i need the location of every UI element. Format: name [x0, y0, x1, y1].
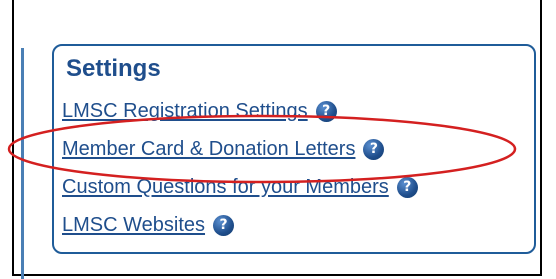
lmsc-websites-link[interactable]: LMSC Websites — [62, 214, 205, 237]
settings-item-custom-questions: Custom Questions for your Members ? — [62, 168, 418, 206]
settings-title: Settings — [66, 55, 161, 82]
help-icon[interactable]: ? — [396, 176, 418, 198]
settings-item-registration: LMSC Registration Settings ? — [62, 92, 418, 130]
help-icon[interactable]: ? — [363, 138, 385, 160]
help-icon[interactable]: ? — [315, 100, 337, 122]
settings-item-member-card: Member Card & Donation Letters ? — [62, 130, 418, 168]
settings-item-websites: LMSC Websites ? — [62, 206, 418, 244]
left-accent-rule — [21, 48, 24, 279]
custom-questions-link[interactable]: Custom Questions for your Members — [62, 176, 389, 199]
member-card-donation-letters-link[interactable]: Member Card & Donation Letters — [62, 138, 355, 161]
help-icon[interactable]: ? — [213, 214, 235, 236]
settings-list: LMSC Registration Settings ? Member Card… — [62, 92, 418, 244]
lmsc-registration-settings-link[interactable]: LMSC Registration Settings — [62, 100, 308, 123]
